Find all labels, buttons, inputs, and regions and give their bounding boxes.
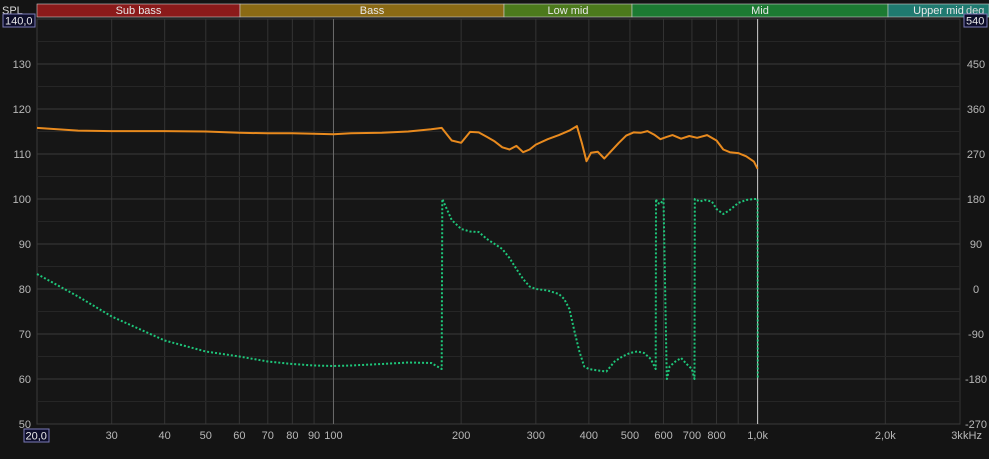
x-tick-label: 60 bbox=[233, 430, 245, 442]
x-tick-label: 40 bbox=[159, 430, 171, 442]
left-tick-label: 120 bbox=[13, 104, 31, 116]
left-axis-max: 140,0 bbox=[5, 16, 33, 28]
left-tick-label: 60 bbox=[19, 374, 31, 386]
x-tick-label: 90 bbox=[308, 430, 320, 442]
right-tick-label: 270 bbox=[967, 149, 985, 161]
right-tick-label: -180 bbox=[965, 374, 987, 386]
left-tick-label: 110 bbox=[13, 149, 31, 161]
x-tick-label: 2,0k bbox=[875, 430, 896, 442]
right-tick-label: -90 bbox=[968, 329, 984, 341]
x-tick-label: 50 bbox=[200, 430, 212, 442]
x-axis-unit: kHz bbox=[963, 430, 982, 442]
band-label: Bass bbox=[360, 5, 385, 17]
right-tick-label: 0 bbox=[973, 284, 979, 296]
band-label: Sub bass bbox=[116, 5, 162, 17]
right-tick-label: 450 bbox=[967, 59, 985, 71]
x-tick-label: 80 bbox=[286, 430, 298, 442]
chart-svg: Sub bass Bass Low mid Mid Upper mid 130 120 11… bbox=[0, 0, 989, 454]
x-tick-label: 3k bbox=[951, 430, 963, 442]
x-tick-label: 100 bbox=[324, 430, 342, 442]
right-tick-label: 360 bbox=[967, 104, 985, 116]
left-tick-label: 100 bbox=[13, 194, 31, 206]
band-label: Mid bbox=[751, 5, 769, 17]
right-tick-label: 180 bbox=[967, 194, 985, 206]
left-tick-label: 70 bbox=[19, 329, 31, 341]
right-axis-max: 540 bbox=[966, 16, 984, 28]
band-label: Upper mid bbox=[913, 5, 964, 17]
x-tick-label: 30 bbox=[106, 430, 118, 442]
x-tick-label: 400 bbox=[580, 430, 598, 442]
x-tick-label: 70 bbox=[262, 430, 274, 442]
band-bar: Sub bass Bass Low mid Mid Upper mid bbox=[36, 3, 989, 18]
x-tick-label: 700 bbox=[683, 430, 701, 442]
x-tick-label: 600 bbox=[654, 430, 672, 442]
left-tick-label: 130 bbox=[13, 59, 31, 71]
x-tick-label: 1,0k bbox=[747, 430, 768, 442]
band-label: Low mid bbox=[548, 5, 589, 17]
x-axis-min: 20,0 bbox=[26, 431, 47, 443]
x-tick-label: 500 bbox=[621, 430, 639, 442]
x-tick-label: 300 bbox=[527, 430, 545, 442]
right-tick-label: 90 bbox=[970, 239, 982, 251]
x-tick-label: 200 bbox=[452, 430, 470, 442]
left-tick-label: 80 bbox=[19, 284, 31, 296]
measurement-graph: Sub bass Bass Low mid Mid Upper mid 130 120 11… bbox=[0, 0, 989, 454]
x-tick-label: 800 bbox=[707, 430, 725, 442]
left-tick-label: 90 bbox=[19, 239, 31, 251]
